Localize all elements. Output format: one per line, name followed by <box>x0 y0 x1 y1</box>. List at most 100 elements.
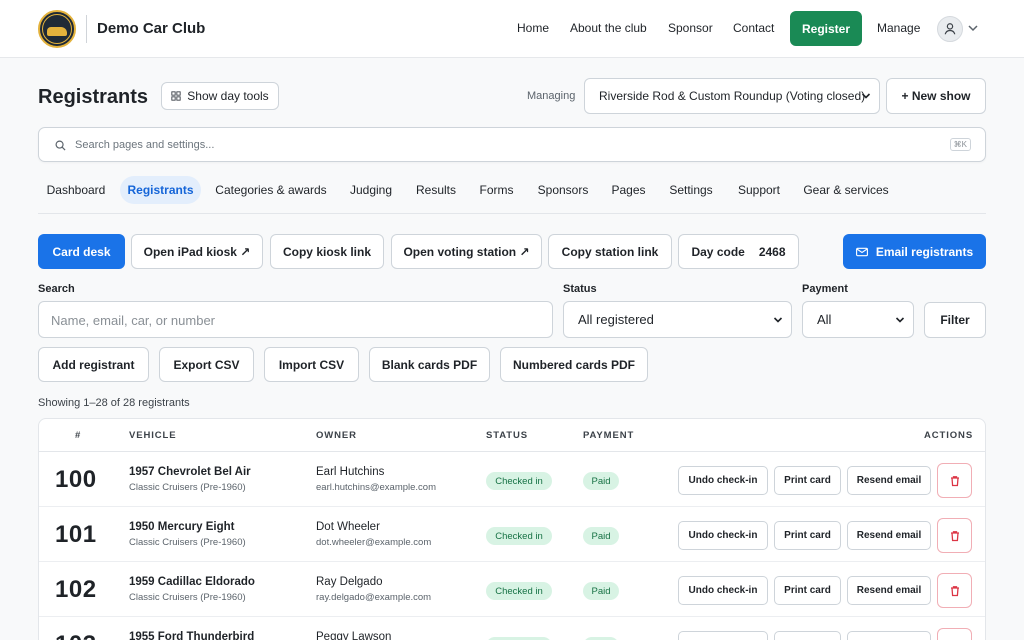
copy-kiosk-link-button[interactable]: Copy kiosk link <box>270 234 384 269</box>
page-title: Registrants <box>38 86 149 108</box>
delete-button[interactable] <box>937 573 972 608</box>
vehicle-name: 1959 Cadillac Eldorado <box>129 576 255 588</box>
club-logo[interactable] <box>38 10 76 48</box>
tab-categories-awards[interactable]: Categories & awards <box>212 176 330 204</box>
vehicle-name: 1950 Mercury Eight <box>129 521 235 533</box>
column-header-vehicle: VEHICLE <box>129 430 177 441</box>
user-avatar[interactable] <box>937 16 963 42</box>
delete-button[interactable] <box>937 518 972 553</box>
show-select-value: Riverside Rod & Custom Roundup (Voting c… <box>599 89 866 103</box>
chevron-down-icon[interactable] <box>967 22 979 34</box>
resend-email-button[interactable]: Resend email <box>847 466 931 495</box>
column-header-payment: PAYMENT <box>583 430 635 441</box>
trash-icon <box>950 585 959 596</box>
tabs-divider <box>38 213 986 214</box>
tab-results[interactable]: Results <box>411 176 461 204</box>
status-select-value: All registered <box>578 312 654 327</box>
filter-button[interactable]: Filter <box>924 302 986 338</box>
import-csv-button[interactable]: Import CSV <box>264 347 359 382</box>
global-search[interactable]: Search pages and settings... ⌘K <box>38 127 986 162</box>
tab-dashboard[interactable]: Dashboard <box>38 176 114 204</box>
resend-email-button[interactable] <box>847 631 931 640</box>
chevron-down-icon <box>861 93 871 99</box>
owner-name: Peggy Lawson <box>316 631 392 640</box>
export-csv-button[interactable]: Export CSV <box>159 347 254 382</box>
registrant-search-input[interactable]: Name, email, car, or number <box>38 301 553 338</box>
delete-button[interactable] <box>937 628 972 640</box>
register-button[interactable]: Register <box>790 11 862 46</box>
trash-icon <box>950 475 959 486</box>
owner-name: Ray Delgado <box>316 576 383 588</box>
payment-badge: Paid <box>583 472 619 490</box>
open-ipad-kiosk-button[interactable]: Open iPad kiosk ↗ <box>131 234 263 269</box>
chevron-down-icon <box>773 316 783 323</box>
tab-support[interactable]: Support <box>733 176 785 204</box>
payment-label: Payment <box>802 283 848 295</box>
status-select[interactable]: All registered <box>563 301 792 338</box>
registrants-table: # VEHICLE OWNER STATUS PAYMENT ACTIONS 1… <box>38 418 986 640</box>
status-badge: Checked in <box>486 582 552 600</box>
table-row: 101 1950 Mercury Eight Classic Cruisers … <box>39 507 985 562</box>
copy-station-link-button[interactable]: Copy station link <box>548 234 672 269</box>
resend-email-button[interactable]: Resend email <box>847 576 931 605</box>
owner-name: Earl Hutchins <box>316 466 385 478</box>
undo-check-in-button[interactable]: Undo check-in <box>678 576 768 605</box>
owner-name: Dot Wheeler <box>316 521 380 533</box>
tab-forms[interactable]: Forms <box>475 176 518 204</box>
nav-sponsor[interactable]: Sponsor <box>668 21 713 35</box>
email-registrants-button[interactable]: Email registrants <box>843 234 986 269</box>
tab-sponsors[interactable]: Sponsors <box>533 176 593 204</box>
status-label: Status <box>563 283 597 295</box>
grid-icon <box>171 91 181 101</box>
column-header-status: STATUS <box>486 430 528 441</box>
numbered-cards-pdf-button[interactable]: Numbered cards PDF <box>500 347 648 382</box>
blank-cards-pdf-button[interactable]: Blank cards PDF <box>369 347 490 382</box>
payment-badge: Paid <box>583 582 619 600</box>
nav-about[interactable]: About the club <box>570 21 647 35</box>
chevron-down-icon <box>895 316 905 323</box>
column-header-number: # <box>75 430 82 441</box>
nav-home[interactable]: Home <box>517 21 549 35</box>
vehicle-name: 1955 Ford Thunderbird <box>129 631 255 640</box>
print-card-button[interactable]: Print card <box>774 521 841 550</box>
day-code-button[interactable]: Day code 2468 <box>678 234 799 269</box>
vehicle-class: Classic Cruisers (Pre-1960) <box>129 482 246 493</box>
brand-divider <box>86 15 87 43</box>
new-show-button[interactable]: + New show <box>886 78 986 114</box>
top-navbar: Demo Car Club Home About the club Sponso… <box>0 0 1024 58</box>
day-code-label: Day code <box>691 244 745 259</box>
resend-email-button[interactable]: Resend email <box>847 521 931 550</box>
tab-pages[interactable]: Pages <box>608 176 649 204</box>
user-icon <box>944 23 956 35</box>
card-desk-button[interactable]: Card desk <box>38 234 125 269</box>
print-card-button[interactable]: Print card <box>774 576 841 605</box>
print-card-button[interactable] <box>774 631 841 640</box>
print-card-button[interactable]: Print card <box>774 466 841 495</box>
email-registrants-label: Email registrants <box>875 244 974 259</box>
vehicle-class: Classic Cruisers (Pre-1960) <box>129 592 246 603</box>
vehicle-class: Classic Cruisers (Pre-1960) <box>129 537 246 548</box>
managing-label: Managing <box>527 90 576 102</box>
nav-manage[interactable]: Manage <box>877 21 920 35</box>
tab-gear-services[interactable]: Gear & services <box>800 176 892 204</box>
registrant-number: 100 <box>55 466 97 493</box>
delete-button[interactable] <box>937 463 972 498</box>
tab-judging[interactable]: Judging <box>344 176 398 204</box>
payment-select-value: All <box>817 312 832 327</box>
add-registrant-button[interactable]: Add registrant <box>38 347 149 382</box>
undo-check-in-button[interactable]: Undo check-in <box>678 521 768 550</box>
tab-settings[interactable]: Settings <box>664 176 718 204</box>
undo-check-in-button[interactable] <box>678 631 768 640</box>
tab-registrants[interactable]: Registrants <box>120 176 201 204</box>
show-select[interactable]: Riverside Rod & Custom Roundup (Voting c… <box>584 78 880 114</box>
payment-select[interactable]: All <box>802 301 914 338</box>
undo-check-in-button[interactable]: Undo check-in <box>678 466 768 495</box>
table-row: 102 1959 Cadillac Eldorado Classic Cruis… <box>39 562 985 617</box>
nav-contact[interactable]: Contact <box>733 21 774 35</box>
open-voting-station-button[interactable]: Open voting station ↗ <box>391 234 542 269</box>
search-icon <box>55 140 66 151</box>
show-day-tools-button[interactable]: Show day tools <box>161 82 279 110</box>
registrant-number: 102 <box>55 576 97 603</box>
table-row: 100 1957 Chevrolet Bel Air Classic Cruis… <box>39 452 985 507</box>
brand-name[interactable]: Demo Car Club <box>97 20 205 37</box>
